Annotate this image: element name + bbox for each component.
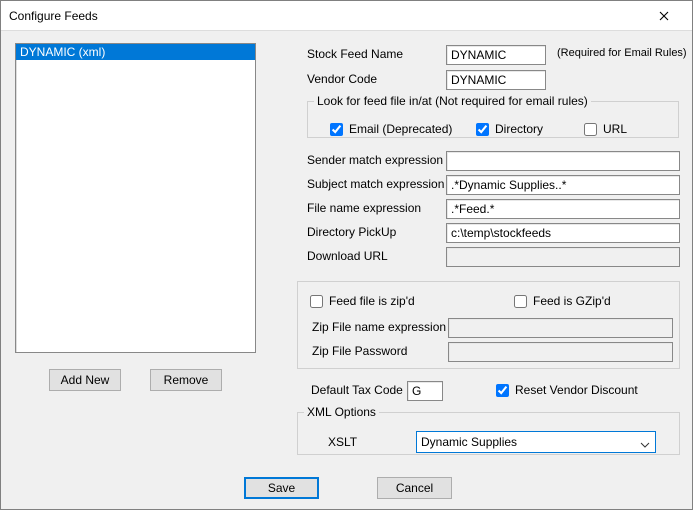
url-checkbox[interactable]: URL xyxy=(584,122,627,136)
save-button[interactable]: Save xyxy=(244,477,319,499)
reset-vendor-label: Reset Vendor Discount xyxy=(515,383,638,397)
feed-zip-checkbox[interactable]: Feed file is zip'd xyxy=(310,294,415,308)
zip-file-expr-label: Zip File name expression xyxy=(312,320,446,334)
feed-gzip-input[interactable] xyxy=(514,295,527,308)
download-url-input xyxy=(446,247,680,267)
feed-gzip-label: Feed is GZip'd xyxy=(533,294,611,308)
subject-expr-input[interactable] xyxy=(446,175,680,195)
directory-label: Directory xyxy=(495,122,543,136)
look-for-legend: Look for feed file in/at (Not required f… xyxy=(314,94,591,108)
default-tax-label: Default Tax Code xyxy=(311,383,403,397)
directory-input[interactable] xyxy=(476,123,489,136)
email-deprecated-input[interactable] xyxy=(330,123,343,136)
client-area: DYNAMIC (xml) Add New Remove Stock Feed … xyxy=(1,31,692,509)
close-icon xyxy=(659,11,669,21)
look-for-group: Look for feed file in/at (Not required f… xyxy=(307,94,679,138)
window-title: Configure Feeds xyxy=(9,9,644,23)
xml-options-group: XML Options XSLT xyxy=(297,405,680,455)
reset-vendor-checkbox[interactable]: Reset Vendor Discount xyxy=(496,383,638,397)
url-label: URL xyxy=(603,122,627,136)
required-note: (Required for Email Rules) xyxy=(557,47,687,59)
zip-file-expr-input xyxy=(448,318,673,338)
directory-checkbox[interactable]: Directory xyxy=(476,122,543,136)
vendor-code-label: Vendor Code xyxy=(307,72,377,86)
xml-options-legend: XML Options xyxy=(304,405,379,419)
titlebar: Configure Feeds xyxy=(1,1,692,31)
stock-feed-name-input[interactable] xyxy=(446,45,546,65)
window: Configure Feeds DYNAMIC (xml) Add New Re… xyxy=(0,0,693,510)
xslt-label: XSLT xyxy=(328,435,357,449)
reset-vendor-input[interactable] xyxy=(496,384,509,397)
list-item[interactable]: DYNAMIC (xml) xyxy=(16,44,255,60)
vendor-code-input[interactable] xyxy=(446,70,546,90)
sender-expr-label: Sender match expression xyxy=(307,153,443,167)
remove-button[interactable]: Remove xyxy=(150,369,222,391)
zip-pw-input xyxy=(448,342,673,362)
file-expr-input[interactable] xyxy=(446,199,680,219)
sender-expr-input[interactable] xyxy=(446,151,680,171)
feed-zip-input[interactable] xyxy=(310,295,323,308)
url-input[interactable] xyxy=(584,123,597,136)
close-button[interactable] xyxy=(644,2,684,30)
cancel-button[interactable]: Cancel xyxy=(377,477,452,499)
stock-feed-name-label: Stock Feed Name xyxy=(307,47,403,61)
download-url-label: Download URL xyxy=(307,249,388,263)
email-deprecated-checkbox[interactable]: Email (Deprecated) xyxy=(330,122,452,136)
zip-group: Feed file is zip'd Feed is GZip'd Zip Fi… xyxy=(297,281,680,369)
dir-pickup-label: Directory PickUp xyxy=(307,225,396,239)
dir-pickup-input[interactable] xyxy=(446,223,680,243)
zip-pw-label: Zip File Password xyxy=(312,344,407,358)
xslt-select[interactable] xyxy=(416,431,656,453)
feed-gzip-checkbox[interactable]: Feed is GZip'd xyxy=(514,294,611,308)
email-deprecated-label: Email (Deprecated) xyxy=(349,122,452,136)
default-tax-input[interactable] xyxy=(407,381,443,401)
feeds-listbox[interactable]: DYNAMIC (xml) xyxy=(15,43,256,353)
feed-zip-label: Feed file is zip'd xyxy=(329,294,415,308)
file-expr-label: File name expression xyxy=(307,201,421,215)
add-new-button[interactable]: Add New xyxy=(49,369,121,391)
subject-expr-label: Subject match expression xyxy=(307,177,444,191)
